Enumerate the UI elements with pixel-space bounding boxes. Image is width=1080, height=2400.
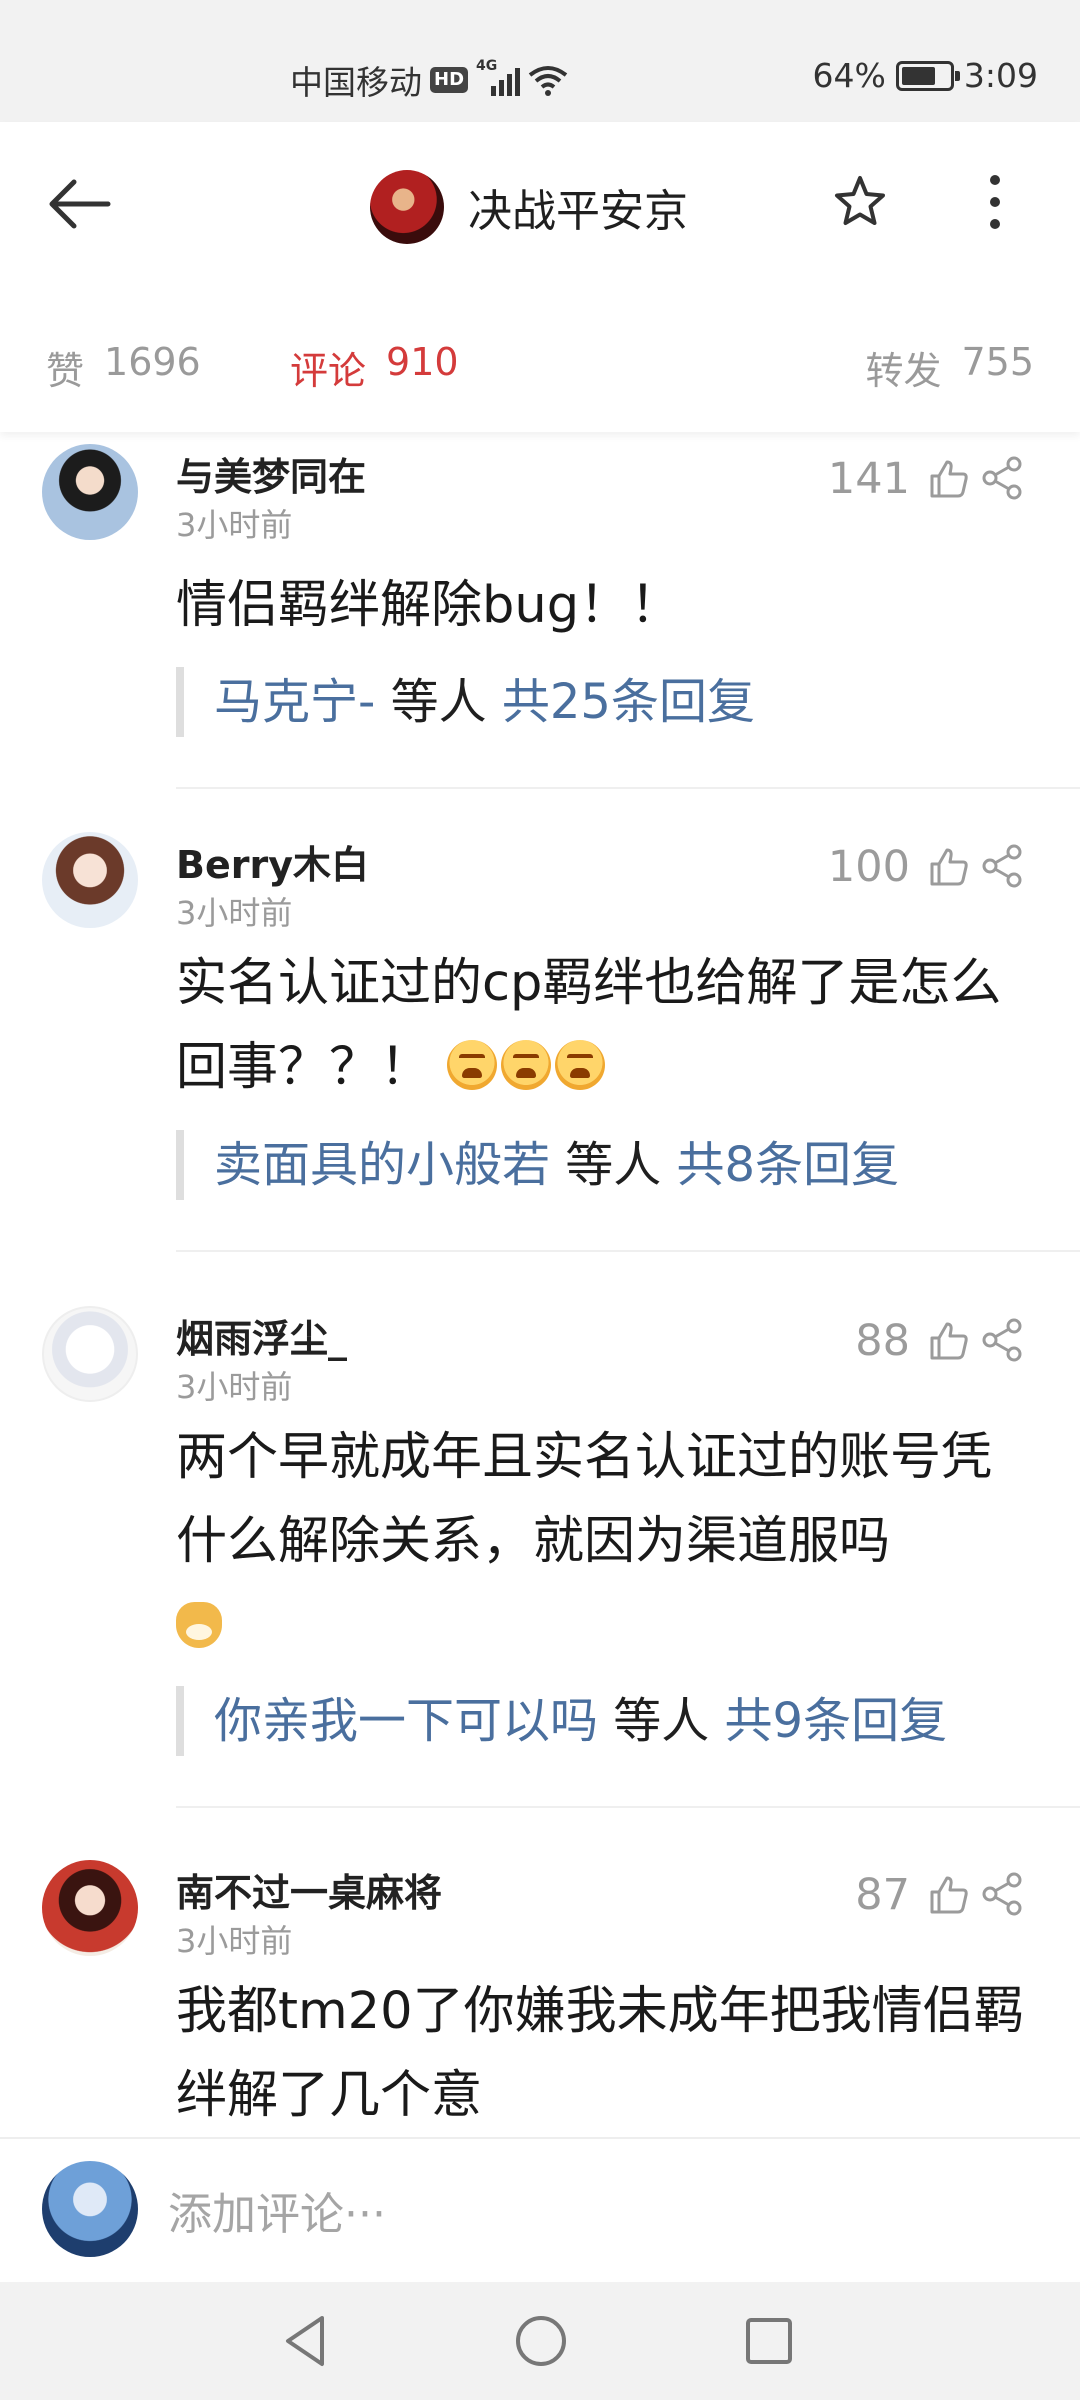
- status-right-group: 64% 3:09: [813, 56, 1038, 95]
- comment-author[interactable]: 与美梦同在: [176, 446, 366, 501]
- battery-percent: 64%: [812, 56, 886, 95]
- comment-text: 两个早就成年且实名认证过的账号凭什么解除关系，就因为渠道服吗: [176, 1416, 1026, 1668]
- status-bar: 中国移动 HD 4G 64% 3:09: [0, 0, 1080, 122]
- share-button[interactable]: [978, 454, 1028, 504]
- like-button[interactable]: 88: [855, 1316, 970, 1366]
- system-nav-bar: [0, 2282, 1080, 2400]
- my-avatar: [42, 2161, 138, 2257]
- status-left-group: 中国移动 HD 4G: [290, 56, 568, 104]
- share-button[interactable]: [978, 842, 1028, 892]
- comment-text: 情侣羁绊解除bug！！: [176, 576, 682, 635]
- like-count: 141: [827, 454, 910, 504]
- avatar[interactable]: [42, 1860, 138, 1956]
- post-header: 决战平安京 赞 1696 评论 910 转发 755: [0, 122, 1080, 432]
- reply-summary[interactable]: 你亲我一下可以吗 等人 共9条回复: [176, 1686, 947, 1756]
- like-button[interactable]: 100: [828, 842, 970, 892]
- hd-badge: HD: [430, 67, 469, 93]
- wifi-icon: [528, 66, 568, 96]
- comment-time: 3小时前: [176, 506, 293, 544]
- comment-text: 实名认证过的cp羁绊也给解了是怎么回事？？！: [176, 942, 1026, 1110]
- thumb-up-icon: [930, 1322, 968, 1360]
- reply-total[interactable]: 共8条回复: [677, 1137, 900, 1193]
- carrier-label: 中国移动: [290, 63, 422, 102]
- comment-input[interactable]: [168, 2179, 1028, 2249]
- nav-recents-button[interactable]: [738, 2310, 800, 2372]
- reply-user[interactable]: 马克宁-: [214, 674, 375, 730]
- comment-list[interactable]: 与美梦同在 3小时前 141 情侣羁绊解除bug！！ 马克宁- 等人 共25条回…: [0, 432, 1080, 2137]
- battery-icon: [895, 60, 960, 91]
- clock: 3:09: [963, 56, 1038, 95]
- reply-mid: 等人: [375, 674, 502, 730]
- reply-total[interactable]: 共9条回复: [725, 1693, 948, 1749]
- stats-tabs: 赞 1696 评论 910 转发 755: [0, 340, 1080, 400]
- reply-mid: 等人: [550, 1137, 677, 1193]
- avatar[interactable]: [42, 1306, 138, 1402]
- tab-reposts[interactable]: 转发 755: [865, 340, 1034, 395]
- reply-summary[interactable]: 卖面具的小般若 等人 共8条回复: [176, 1130, 899, 1200]
- share-icon: [982, 1872, 1022, 1916]
- divider: [176, 1250, 1080, 1252]
- comment-time: 3小时前: [176, 894, 293, 932]
- divider: [176, 1806, 1080, 1808]
- signal-icon: 4G: [476, 58, 521, 98]
- nav-home-button[interactable]: [510, 2310, 572, 2372]
- back-button[interactable]: [44, 174, 124, 274]
- like-button[interactable]: 87: [855, 1870, 970, 1920]
- reply-mid: 等人: [598, 1693, 725, 1749]
- comment-text: 我都tm20了你嫌我未成年把我情侣羁绊解了几个意: [176, 1982, 1025, 2125]
- nav-back-button[interactable]: [276, 2310, 338, 2372]
- reply-user[interactable]: 你亲我一下可以吗: [214, 1693, 598, 1749]
- thumb-up-icon: [930, 1876, 968, 1914]
- title-group[interactable]: 决战平安京: [370, 170, 688, 244]
- thumb-up-icon: [930, 460, 968, 498]
- tab-comments-count: 910: [386, 340, 459, 384]
- angry-face-icon: [447, 1040, 498, 1090]
- more-button[interactable]: [985, 172, 1025, 242]
- game-avatar: [370, 170, 444, 244]
- share-button[interactable]: [978, 1870, 1028, 1920]
- page-title: 决战平安京: [468, 186, 688, 237]
- tab-likes-count: 1696: [104, 340, 201, 384]
- angry-face-icon: [555, 1040, 606, 1090]
- favorite-button[interactable]: [830, 172, 900, 242]
- comment-time: 3小时前: [176, 1922, 293, 1960]
- share-button[interactable]: [978, 1316, 1028, 1366]
- nav-back-icon: [286, 2316, 324, 2366]
- nav-recents-icon: [746, 2318, 792, 2364]
- like-count: 88: [855, 1316, 910, 1366]
- more-vert-icon: [990, 175, 1000, 229]
- star-icon: [835, 176, 885, 225]
- divider: [176, 787, 1080, 789]
- comment-time: 3小时前: [176, 1368, 293, 1406]
- share-icon: [982, 456, 1022, 500]
- tab-reposts-label: 转发: [865, 349, 942, 393]
- reply-summary[interactable]: 马克宁- 等人 共25条回复: [176, 667, 755, 737]
- angry-face-icon: [501, 1040, 552, 1090]
- tab-reposts-count: 755: [961, 340, 1034, 384]
- avatar[interactable]: [42, 832, 138, 928]
- tab-likes[interactable]: 赞 1696: [46, 340, 201, 395]
- back-arrow-icon: [49, 179, 111, 229]
- tab-comments[interactable]: 评论 910: [290, 340, 459, 395]
- like-count: 87: [855, 1870, 910, 1920]
- reply-total[interactable]: 共25条回复: [502, 674, 755, 730]
- comment-author[interactable]: Berry木白: [176, 834, 369, 889]
- nav-home-icon: [516, 2316, 566, 2366]
- avatar[interactable]: [42, 444, 138, 540]
- share-icon: [982, 1318, 1022, 1362]
- tab-comments-label: 评论: [290, 349, 367, 393]
- thumb-up-icon: [930, 848, 968, 886]
- reply-user[interactable]: 卖面具的小般若: [214, 1137, 550, 1193]
- comment-author[interactable]: 烟雨浮尘_: [176, 1308, 347, 1363]
- doge-sticker-icon: [176, 1602, 222, 1648]
- tab-likes-label: 赞: [46, 349, 85, 393]
- comment-author[interactable]: 南不过一桌麻将: [176, 1862, 442, 1917]
- comment-text-content: 两个早就成年且实名认证过的账号凭什么解除关系，就因为渠道服吗: [176, 1428, 993, 1571]
- like-button[interactable]: 141: [828, 454, 970, 504]
- share-icon: [982, 844, 1022, 888]
- comment-input-bar: [0, 2137, 1080, 2282]
- like-count: 100: [827, 842, 910, 892]
